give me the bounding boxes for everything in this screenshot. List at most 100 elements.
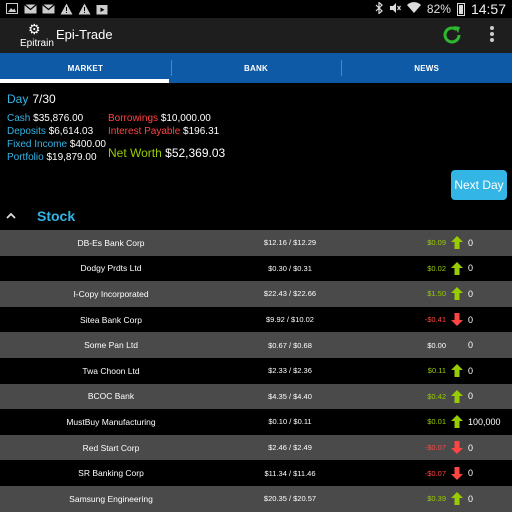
deposits-value: $6,614.03	[48, 126, 94, 137]
portfolio-label: Portfolio	[7, 152, 44, 163]
notification-icons	[5, 2, 109, 15]
section-title: Stock	[37, 208, 76, 224]
tab-bank[interactable]: BANK	[170, 53, 342, 83]
stock-name: Sitea Bank Corp	[80, 314, 142, 325]
stock-quantity: 0	[468, 340, 474, 351]
net-worth-label: Net Worth	[108, 146, 162, 160]
stock-name: Twa Choon Ltd	[82, 365, 140, 376]
table-row[interactable]: I-Copy Incorporated $22.43 / $22.66 $1.50 0	[0, 281, 512, 307]
stock-change: -$0.41	[424, 315, 446, 325]
logo-text: Epitrain	[20, 38, 54, 49]
borrowings-value: $10,000.00	[160, 113, 211, 124]
stock-bid-ask: $20.35 / $20.57	[263, 494, 317, 504]
play-store-icon	[95, 2, 109, 15]
stock-name: Some Pan Ltd	[84, 340, 138, 351]
table-row[interactable]: Samsung Engineering $20.35 / $20.57 $0.39 0	[0, 485, 512, 512]
wifi-icon	[406, 2, 421, 16]
interest-line: Interest Payable $196.31	[108, 125, 219, 138]
stock-quantity: 0	[468, 288, 474, 299]
stock-change: $0.39	[427, 494, 446, 504]
borrowings-line: Borrowings $10,000.00	[108, 112, 219, 125]
table-row[interactable]: BCOC Bank $4.35 / $4.40 $0.42 0	[0, 383, 512, 410]
deposits-label: Deposits	[7, 126, 46, 137]
clock: 14:57	[470, 1, 506, 17]
mail-icon	[41, 2, 55, 15]
stock-name: DB-Es Bank Corp	[77, 237, 145, 248]
liabilities-column: Borrowings $10,000.00 Interest Payable $…	[108, 112, 219, 138]
cash-line: Cash $35,876.00	[7, 112, 106, 125]
arrow-up-icon	[450, 384, 464, 410]
next-day-button[interactable]: Next Day	[451, 170, 507, 200]
deposits-line: Deposits $6,614.03	[7, 125, 106, 138]
arrow-up-icon	[450, 230, 464, 256]
system-status: 82% 14:57	[375, 0, 506, 17]
battery-percent: 82%	[426, 2, 451, 16]
bluetooth-icon	[375, 0, 383, 17]
stock-quantity: 0	[468, 314, 474, 325]
gear-icon: ⚙	[28, 21, 41, 37]
table-row[interactable]: Twa Choon Ltd $2.33 / $2.36 $0.11 0	[0, 357, 512, 384]
warning-icon	[59, 2, 73, 15]
refresh-icon[interactable]	[440, 23, 464, 47]
table-row[interactable]: Red Start Corp $2.46 / $2.49 -$0.07 0	[0, 434, 512, 461]
arrow-up-icon	[450, 486, 464, 512]
stock-change: $0.42	[427, 391, 446, 401]
stock-change: $0.02	[427, 263, 446, 273]
stock-name: Red Start Corp	[82, 442, 140, 453]
tab-market[interactable]: MARKET	[0, 53, 171, 83]
action-bar: ⚙ Epitrain Epi-Trade	[0, 18, 512, 53]
stock-bid-ask: $11.34 / $11.46	[264, 468, 316, 478]
stock-quantity: 0	[468, 493, 474, 504]
stock-change: $0.09	[427, 238, 446, 248]
stock-name: SR Banking Corp	[78, 468, 144, 479]
table-row[interactable]: MustBuy Manufacturing $0.10 / $0.11 $0.01 1…	[0, 409, 512, 435]
stock-section-header[interactable]: Stock	[0, 207, 512, 230]
mute-icon	[389, 2, 401, 17]
cash-label: Cash	[7, 113, 31, 124]
borrowings-label: Borrowings	[108, 113, 159, 124]
stock-change: $0.00	[427, 340, 446, 350]
chevron-up-icon[interactable]	[6, 209, 16, 223]
arrow-down-icon	[450, 460, 464, 486]
stock-change: -$0.07	[424, 468, 446, 478]
warning-icon	[77, 2, 91, 15]
mail-icon	[23, 2, 37, 15]
tab-news[interactable]: NEWS	[341, 53, 512, 83]
stock-change: $0.11	[427, 366, 446, 376]
day-value: 7/30	[32, 92, 56, 106]
arrow-down-icon	[450, 435, 464, 461]
table-row[interactable]: Some Pan Ltd $0.67 / $0.68 $0.00 0	[0, 332, 512, 358]
app-title: Epi-Trade	[56, 27, 113, 42]
arrow-up-icon	[450, 358, 464, 384]
table-row[interactable]: Dodgy Prdts Ltd $0.30 / $0.31 $0.02 0	[0, 255, 512, 282]
stock-table: DB-Es Bank Corp $12.16 / $12.29 $0.09 0 Dodg…	[0, 230, 512, 512]
stock-name: MustBuy Manufacturing	[66, 416, 156, 427]
arrow-up-icon	[450, 409, 464, 435]
status-bar: 82% 14:57	[0, 0, 512, 18]
table-row[interactable]: DB-Es Bank Corp $12.16 / $12.29 $0.09 0	[0, 230, 512, 256]
arrow-down-icon	[450, 307, 464, 333]
tab-bar: MARKET BANK NEWS	[0, 53, 512, 83]
app-logo[interactable]: ⚙ Epitrain	[17, 20, 54, 50]
image-icon	[5, 2, 19, 15]
fixed-income-value: $400.00	[69, 139, 106, 150]
assets-column: Cash $35,876.00 Deposits $6,614.03 Fixed…	[7, 112, 106, 164]
stock-quantity: 0	[468, 237, 474, 248]
stock-quantity: 0	[468, 391, 474, 402]
table-row[interactable]: SR Banking Corp $11.34 / $11.46 -$0.07 0	[0, 460, 512, 486]
stock-quantity: 0	[468, 365, 474, 376]
stock-name: Samsung Engineering	[69, 493, 153, 504]
cash-value: $35,876.00	[33, 113, 84, 124]
fixed-income-label: Fixed Income	[7, 139, 68, 150]
account-summary: Day 7/30 Cash $35,876.00 Deposits $6,614.…	[0, 83, 512, 207]
stock-bid-ask: $0.10 / $0.11	[268, 417, 312, 427]
day-counter: Day 7/30	[7, 92, 56, 106]
overflow-menu-icon[interactable]	[489, 25, 495, 45]
table-row[interactable]: Sitea Bank Corp $9.92 / $10.02 -$0.41 0	[0, 306, 512, 333]
stock-bid-ask: $2.33 / $2.36	[268, 366, 312, 376]
arrow-up-icon	[450, 281, 464, 307]
stock-change: $1.50	[427, 289, 446, 299]
day-label: Day	[7, 92, 29, 106]
stock-change: $0.01	[427, 417, 446, 427]
stock-bid-ask: $2.46 / $2.49	[268, 443, 312, 453]
